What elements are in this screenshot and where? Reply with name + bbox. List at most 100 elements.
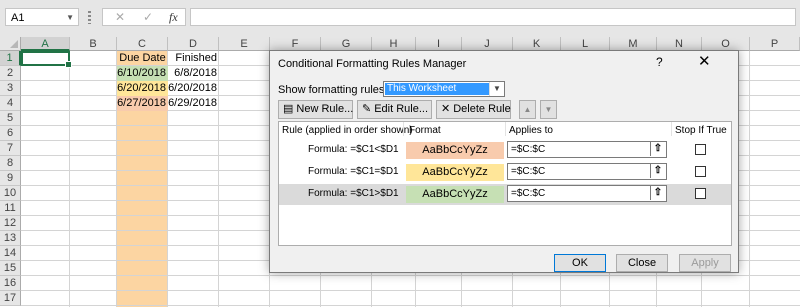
column-header-b[interactable]: B <box>70 37 117 51</box>
row-header-10[interactable]: 10 <box>0 186 21 201</box>
column-header-j[interactable]: J <box>462 37 513 51</box>
chevron-down-icon[interactable]: ▼ <box>489 82 504 96</box>
cancel-icon[interactable]: ✕ <box>115 9 125 26</box>
column-header-e[interactable]: E <box>219 37 270 51</box>
close-icon[interactable]: ✕ <box>698 52 711 70</box>
cell-c4[interactable]: 6/27/2018 <box>117 96 168 111</box>
row-header-14[interactable]: 14 <box>0 246 21 261</box>
row-header-1[interactable]: 1 <box>0 51 21 66</box>
stop-if-true-checkbox[interactable] <box>695 188 706 199</box>
new-rule-button[interactable]: ▤ New Rule... <box>278 100 353 119</box>
name-box-value: A1 <box>11 12 25 24</box>
row-header-17[interactable]: 17 <box>0 291 21 306</box>
cell-c3[interactable]: 6/20/2018 <box>117 81 168 96</box>
edit-rule-button[interactable]: ✎ Edit Rule... <box>357 100 432 119</box>
gridline <box>21 290 800 291</box>
column-header-l[interactable]: L <box>561 37 610 51</box>
column-header-m[interactable]: M <box>610 37 657 51</box>
column-header-i[interactable]: I <box>416 37 462 51</box>
move-down-button[interactable]: ▼ <box>540 100 557 119</box>
cell-d1[interactable]: Finished <box>168 51 219 66</box>
applies-to-value: =$C:$C <box>511 166 546 177</box>
name-box[interactable]: A1 ▼ <box>5 8 79 26</box>
gridline <box>69 51 70 307</box>
header-divider <box>403 122 404 136</box>
rule-row-selected[interactable]: Formula: =$C1>$D1 AaBbCcYyZz =$C:$C ⇧ <box>279 184 731 205</box>
column-header-p[interactable]: P <box>750 37 800 51</box>
format-column-header: Format <box>409 125 441 136</box>
new-rule-label: New Rule... <box>296 103 354 115</box>
close-button[interactable]: Close <box>616 254 668 272</box>
rule-column-header: Rule (applied in order shown) <box>282 125 413 136</box>
cell-c1[interactable]: Due Date <box>117 51 168 66</box>
chevron-down-icon[interactable]: ▼ <box>66 9 74 27</box>
rule-row[interactable]: Formula: =$C1=$D1 AaBbCcYyZz =$C:$C ⇧ <box>279 162 731 183</box>
edit-rule-icon: ✎ <box>362 103 372 115</box>
row-header-13[interactable]: 13 <box>0 231 21 246</box>
applies-to-field[interactable]: =$C:$C ⇧ <box>507 141 667 158</box>
formula-buttons: ✕ ✓ fx <box>102 8 186 26</box>
row-header-9[interactable]: 9 <box>0 171 21 186</box>
applies-to-value: =$C:$C <box>511 144 546 155</box>
stop-if-true-column-header: Stop If True <box>675 125 727 136</box>
row-header-8[interactable]: 8 <box>0 156 21 171</box>
row-header-6[interactable]: 6 <box>0 126 21 141</box>
row-header-5[interactable]: 5 <box>0 111 21 126</box>
row-header-2[interactable]: 2 <box>0 66 21 81</box>
column-header-f[interactable]: F <box>270 37 321 51</box>
apply-button[interactable]: Apply <box>679 254 731 272</box>
column-header-d[interactable]: D <box>168 37 219 51</box>
delete-rule-button[interactable]: ✕ Delete Rule <box>436 100 511 119</box>
stop-if-true-checkbox[interactable] <box>695 166 706 177</box>
cell-d2[interactable]: 6/8/2018 <box>168 66 219 81</box>
row-header-12[interactable]: 12 <box>0 216 21 231</box>
row-header-7[interactable]: 7 <box>0 141 21 156</box>
collapse-dialog-icon[interactable]: ⇧ <box>650 142 665 156</box>
row-header-11[interactable]: 11 <box>0 201 21 216</box>
gridline <box>749 51 750 307</box>
applies-to-field[interactable]: =$C:$C ⇧ <box>507 185 667 202</box>
column-header-n[interactable]: N <box>657 37 702 51</box>
formula-bar: A1 ▼ ✕ ✓ fx <box>0 0 800 37</box>
formula-input[interactable] <box>190 8 796 26</box>
column-header-k[interactable]: K <box>513 37 561 51</box>
format-preview: AaBbCcYyZz <box>406 142 504 159</box>
gridline <box>21 275 800 276</box>
enter-icon[interactable]: ✓ <box>143 9 153 26</box>
format-preview: AaBbCcYyZz <box>406 164 504 181</box>
cell-c2[interactable]: 6/10/2018 <box>117 66 168 81</box>
new-rule-icon: ▤ <box>283 103 294 115</box>
help-icon[interactable]: ? <box>656 55 663 69</box>
row-header-16[interactable]: 16 <box>0 276 21 291</box>
column-header-g[interactable]: G <box>321 37 372 51</box>
move-up-button[interactable]: ▲ <box>519 100 536 119</box>
ok-button[interactable]: OK <box>554 254 606 272</box>
rule-formula: Formula: =$C1<$D1 <box>308 144 399 155</box>
collapse-dialog-icon[interactable]: ⇧ <box>650 164 665 178</box>
column-header-o[interactable]: O <box>702 37 750 51</box>
column-header-c[interactable]: C <box>117 37 168 51</box>
format-preview: AaBbCcYyZz <box>406 186 504 203</box>
show-rules-select[interactable]: This Worksheet ▼ <box>383 81 505 97</box>
cell-d4[interactable]: 6/29/2018 <box>168 96 219 111</box>
row-header-15[interactable]: 15 <box>0 261 21 276</box>
select-all-corner[interactable] <box>0 37 21 51</box>
collapse-dialog-icon[interactable]: ⇧ <box>650 186 665 200</box>
rules-list[interactable]: Rule (applied in order shown) Format App… <box>278 121 732 246</box>
stop-if-true-checkbox[interactable] <box>695 144 706 155</box>
rule-formula: Formula: =$C1=$D1 <box>308 166 399 177</box>
rule-formula: Formula: =$C1>$D1 <box>308 188 399 199</box>
cell-d3[interactable]: 6/20/2018 <box>168 81 219 96</box>
column-header-h[interactable]: H <box>372 37 416 51</box>
row-header-4[interactable]: 4 <box>0 96 21 111</box>
gridline <box>21 305 800 306</box>
applies-to-field[interactable]: =$C:$C ⇧ <box>507 163 667 180</box>
delete-icon: ✕ <box>441 103 451 115</box>
active-cell-a1[interactable] <box>21 51 72 68</box>
applies-to-column-header: Applies to <box>509 125 553 136</box>
row-header-3[interactable]: 3 <box>0 81 21 96</box>
insert-function-icon[interactable]: fx <box>169 9 178 26</box>
rule-row[interactable]: Formula: =$C1<$D1 AaBbCcYyZz =$C:$C ⇧ <box>279 140 731 161</box>
column-header-a[interactable]: A <box>21 37 70 51</box>
grip-icon[interactable] <box>88 11 91 24</box>
